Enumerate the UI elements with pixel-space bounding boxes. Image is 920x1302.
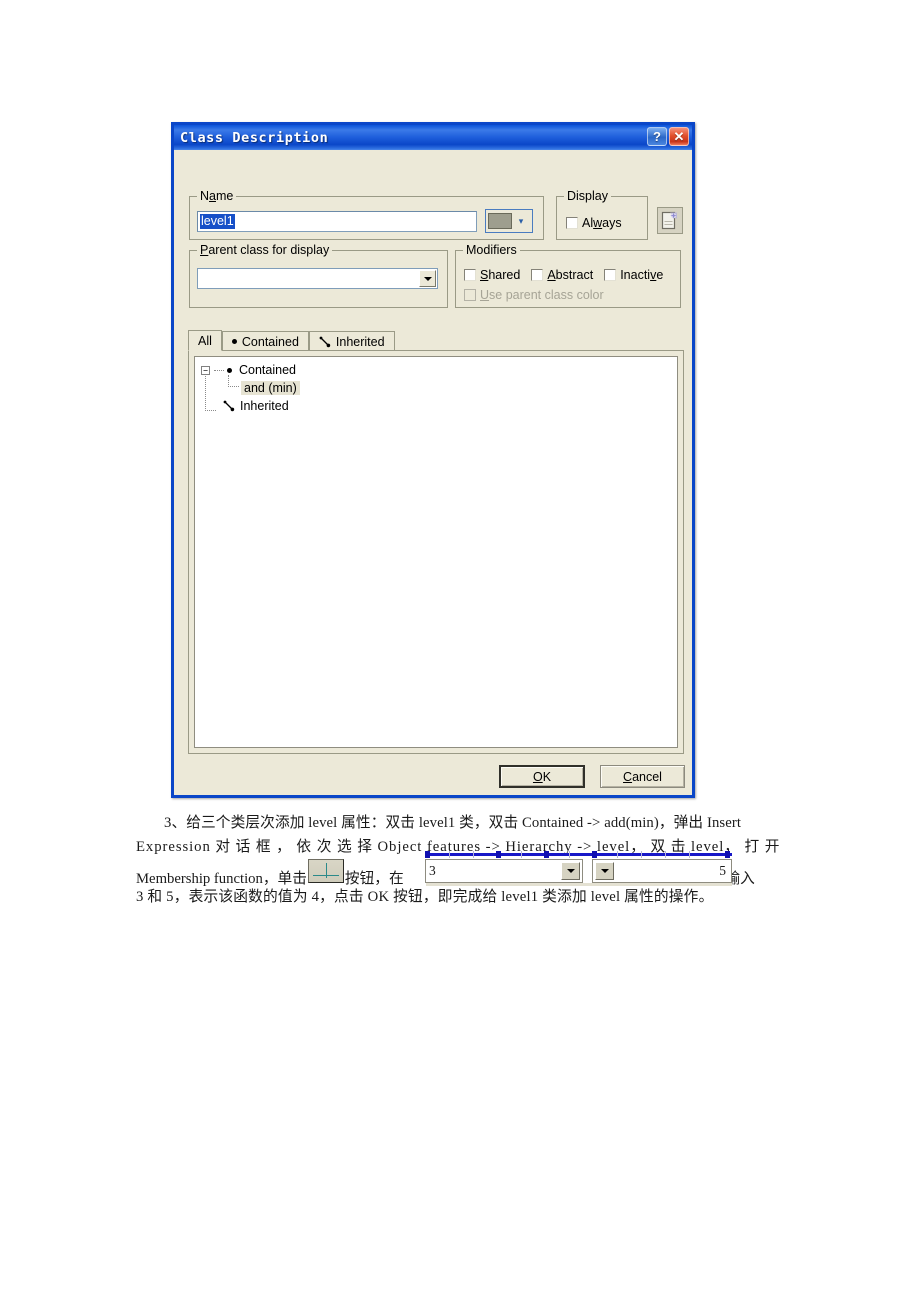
name-input[interactable]: level1 [197,211,477,232]
slider-tick [617,851,618,858]
inactive-checkbox-label: Inactive [620,268,664,282]
inherited-arrow-icon [223,400,235,412]
tree-node-label: and (min) [241,381,300,395]
titlebar-button-group: ? ✕ [647,127,689,146]
checkbox-icon[interactable] [604,269,617,281]
slider-handle[interactable] [425,851,430,858]
upper-bound-combo[interactable]: 5 [592,859,732,883]
slider-tick [641,851,642,858]
tab-all-label: All [198,333,212,348]
lower-bound-combo[interactable]: 3 [425,859,583,883]
abstract-checkbox-label: Abstract [547,268,594,282]
cancel-button[interactable]: Cancel [600,765,685,788]
upper-bound-value: 5 [719,863,726,879]
slider-handle[interactable] [725,851,730,858]
axis-horizontal [312,875,339,876]
slider-tick [473,851,474,858]
chevron-down-icon[interactable]: ▾ [512,216,530,227]
tree-node-label: Inherited [240,399,289,413]
page-sparkle-icon [661,211,677,230]
help-button[interactable]: ? [647,127,667,146]
tree-node-label: Contained [239,363,296,377]
slider-handle[interactable] [544,851,549,858]
class-description-dialog: Class Description ? ✕ Name level1 ▾ Pare… [171,122,695,798]
slider-tick [449,851,450,858]
parent-class-group-legend: Parent class for display [197,243,333,257]
prose-line-3-mid: 按钮，在 [344,871,404,887]
checkbox-icon[interactable] [531,269,544,281]
use-parent-class-color-label: Use parent class color [480,288,604,302]
membership-range-widget: 3 5 [425,850,732,886]
chevron-down-icon[interactable] [419,270,436,287]
inactive-checkbox-row[interactable]: Inactive [604,268,663,282]
slider-handle[interactable] [496,851,501,858]
name-input-value: level1 [200,214,235,229]
use-parent-class-color-checkbox-row: Use parent class color [464,288,604,302]
dialog-body: Name level1 ▾ Parent class for display D… [174,150,692,795]
checkbox-icon [464,289,476,301]
tree-guide-line [214,369,224,371]
tab-inherited[interactable]: Inherited [308,331,395,351]
widget-shadow [426,883,732,886]
slider-handle[interactable] [592,851,597,858]
always-checkbox-row[interactable]: Always [566,216,622,230]
tab-contained-label: Contained [241,334,299,349]
cancel-button-label: Cancel [623,769,662,784]
slider-tick [569,851,570,858]
modifiers-row-primary: Shared Abstract Inactive [464,268,663,282]
always-checkbox-label: Always [582,216,622,230]
slider-tick [689,851,690,858]
chevron-down-icon[interactable] [595,862,614,880]
dot-icon [231,339,237,344]
slider-tick [521,851,522,858]
arrow-down-glyph [423,276,432,281]
checkbox-icon[interactable] [566,217,578,229]
inherited-arrow-icon [319,336,331,347]
display-group-legend: Display [564,189,611,203]
prose-line-3-before: Membership function，单击 [136,871,307,887]
prose-line-1: 3、给三个类层次添加 level 属性：双击 level1 类，双击 Conta… [164,815,742,831]
modifiers-group-legend: Modifiers [463,243,520,257]
tab-contained[interactable]: Contained [221,331,309,351]
expression-tree[interactable]: − Contained and (min) Inherited [194,356,678,748]
dialog-titlebar[interactable]: Class Description ? ✕ [174,125,692,150]
checkbox-icon[interactable] [464,269,476,281]
collapse-icon[interactable]: − [201,365,210,375]
lower-bound-value: 3 [429,863,436,879]
name-group-legend: Name [197,189,237,203]
prose-line-3: Membership function，单击 按钮，在 处输入 3 5 [136,851,784,887]
shared-checkbox-row[interactable]: Shared [464,268,520,282]
range-slider[interactable] [425,850,732,859]
color-swatch [488,213,512,229]
tab-inherited-label: Inherited [335,334,385,349]
close-button[interactable]: ✕ [669,127,689,146]
dialog-title: Class Description [180,129,329,146]
tree-node-and-min[interactable]: and (min) [199,379,677,397]
tree-node-inherited[interactable]: Inherited [199,397,677,415]
expression-tree-panel: − Contained and (min) Inherited [188,350,684,754]
parent-class-combo[interactable] [197,268,438,289]
tab-all[interactable]: All [188,330,222,351]
dot-icon [227,367,232,373]
slider-bar [425,853,732,856]
chevron-down-icon[interactable] [561,862,580,880]
tabstrip: All Contained Inherited [188,330,684,351]
ok-button-label: OK [532,769,552,784]
page-sparkle-icon-button[interactable] [657,207,683,234]
arrow-down-glyph [566,869,575,873]
abstract-checkbox-row[interactable]: Abstract [531,268,593,282]
class-color-combo[interactable]: ▾ [485,209,533,233]
slider-tick [665,851,666,858]
tree-node-contained[interactable]: − Contained [199,361,677,379]
ok-button[interactable]: OK [499,765,585,788]
shared-checkbox-label: Shared [480,268,521,282]
document-body-text: 3、给三个类层次添加 level 属性：双击 level1 类，双击 Conta… [136,812,784,910]
arrow-down-glyph [600,869,609,873]
membership-function-axes-icon-button[interactable] [307,859,344,883]
